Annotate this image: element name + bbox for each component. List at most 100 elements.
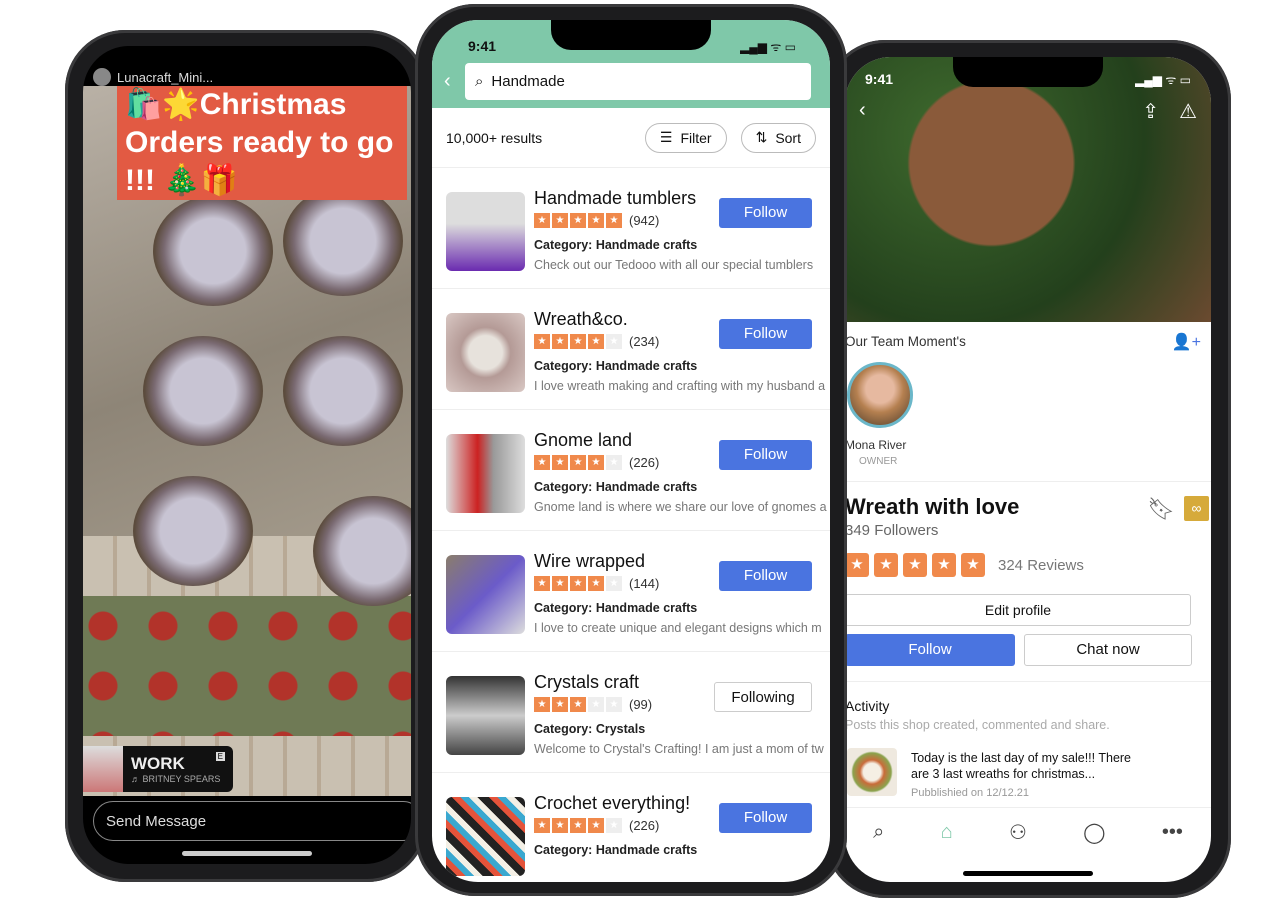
star-icon: ★ — [570, 213, 586, 228]
phone-search: 9:41 ▂▄▆ ᯤ ▭ ‹ ⌕ Handmade 10,000+ results… — [415, 4, 847, 896]
back-icon[interactable]: ‹ — [444, 70, 451, 93]
star-icon: ★ — [570, 818, 586, 833]
results-count: 10,000+ results — [446, 129, 543, 146]
sort-button[interactable]: ⇅ Sort — [740, 122, 816, 153]
member-avatar[interactable] — [847, 362, 913, 428]
activity-heading: Activity — [845, 698, 890, 714]
search-screen: 9:41 ▂▄▆ ᯤ ▭ ‹ ⌕ Handmade 10,000+ results… — [432, 20, 830, 882]
shop-rating: ★ ★ ★ ★ ★ (144) — [534, 576, 659, 591]
back-icon[interactable]: ‹ — [859, 99, 866, 122]
edit-profile-button[interactable]: Edit profile — [845, 594, 1191, 626]
star-icon: ★ — [534, 697, 550, 712]
search-input[interactable]: ⌕ Handmade — [465, 63, 811, 100]
star-icon: ★ — [588, 576, 604, 591]
star-icon: ★ — [552, 455, 568, 470]
star-icon: ★ — [570, 576, 586, 591]
follow-button[interactable]: Follow — [845, 634, 1015, 666]
activity-subtitle: Posts this shop created, commented and s… — [845, 718, 1110, 732]
star-icon: ★ — [961, 553, 985, 577]
activity-section: Activity Posts this shop created, commen… — [845, 682, 1211, 812]
star-icon: ★ — [606, 818, 622, 833]
member-role: OWNER — [859, 456, 898, 467]
shop-thumbnail[interactable] — [446, 555, 525, 634]
reviews-count: (234) — [629, 334, 660, 349]
shop-name[interactable]: Crochet everything! — [534, 793, 690, 814]
shop-screen: 9:41 ▂▄▆ ᯤ ▭ ‹ ⇪ ⚠ Our Team Moment's 👤+ Mo… — [845, 57, 1211, 882]
result-item[interactable]: Crochet everything! ★ ★ ★ ★ ★ (226) Category:… — [432, 773, 830, 882]
star-icon: ★ — [588, 697, 604, 712]
reviews-count[interactable]: 324 Reviews — [998, 557, 1084, 574]
shop-name[interactable]: Crystals craft — [534, 672, 639, 693]
phone-shop: 9:41 ▂▄▆ ᯤ ▭ ‹ ⇪ ⚠ Our Team Moment's 👤+ Mo… — [825, 40, 1231, 898]
filter-icon: ☰ — [659, 129, 673, 145]
follow-button[interactable]: Follow — [719, 561, 812, 591]
avatar — [93, 68, 111, 86]
follow-button[interactable]: Follow — [719, 319, 812, 349]
filter-label: Filter — [680, 129, 712, 146]
add-member-icon[interactable]: 👤+ — [1172, 332, 1201, 352]
shop-thumbnail[interactable] — [446, 434, 525, 513]
reviews-count: (144) — [629, 576, 660, 591]
shop-thumbnail[interactable] — [446, 797, 525, 876]
star-icon: ★ — [932, 553, 956, 577]
tab-chat-icon[interactable]: ◯ — [1083, 820, 1105, 845]
story-caption: 🛍️🌟Christmas Orders ready to go !!! 🎄🎁 — [117, 86, 407, 200]
star-icon: ★ — [534, 455, 550, 470]
star-icon: ★ — [552, 213, 568, 228]
post-thumbnail[interactable] — [847, 748, 897, 796]
story-user[interactable]: Lunacraft_Mini... — [93, 68, 213, 86]
shop-cover-image — [845, 57, 1211, 322]
shop-thumbnail[interactable] — [446, 676, 525, 755]
star-icon: ★ — [552, 576, 568, 591]
follow-button[interactable]: Follow — [719, 198, 812, 228]
star-icon: ★ — [534, 576, 550, 591]
follow-button[interactable]: Follow — [719, 803, 812, 833]
following-button[interactable]: Following — [714, 682, 812, 712]
report-icon[interactable]: ⚠ — [1179, 99, 1197, 124]
tab-home-icon[interactable]: ⌂ — [941, 821, 953, 844]
shop-rating: ★ ★ ★ ★ ★ (99) — [534, 697, 652, 712]
star-icon: ★ — [606, 455, 622, 470]
send-message-input[interactable]: Send Message — [93, 801, 411, 841]
star-icon: ★ — [570, 697, 586, 712]
music-sticker[interactable]: WORK ♬ BRITNEY SPEARS E — [83, 746, 233, 792]
shop-description: Check out our Tedooo with all our specia… — [534, 258, 814, 272]
result-item[interactable]: Gnome land ★ ★ ★ ★ ★ (226) Category: Handmade… — [432, 410, 830, 531]
bookmark-icon[interactable]: 🔖︎ — [1147, 496, 1175, 522]
search-icon: ⌕ — [475, 73, 484, 90]
star-icon: ★ — [552, 818, 568, 833]
post-date: Pubblishied on 12/12.21 — [911, 787, 1030, 799]
status-time: 9:41 — [865, 71, 894, 87]
home-indicator — [182, 851, 312, 856]
result-item[interactable]: Crystals craft ★ ★ ★ ★ ★ (99) Category: Cryst… — [432, 652, 830, 773]
star-icon: ★ — [588, 213, 604, 228]
shop-thumbnail[interactable] — [446, 192, 525, 271]
team-section: Our Team Moment's 👤+ Mona River OWNER — [845, 322, 1211, 482]
shop-name[interactable]: Wreath&co. — [534, 309, 628, 330]
shop-category: Category: Handmade crafts — [534, 480, 698, 494]
star-icon: ★ — [570, 455, 586, 470]
shop-name[interactable]: Handmade tumblers — [534, 188, 696, 209]
post-text[interactable]: Today is the last day of my sale!!! Ther… — [911, 750, 1151, 782]
shop-name[interactable]: Gnome land — [534, 430, 632, 451]
follow-button[interactable]: Follow — [719, 440, 812, 470]
result-item[interactable]: Handmade tumblers ★ ★ ★ ★ ★ (942) Category: H… — [432, 168, 830, 289]
album-cover — [83, 746, 123, 792]
star-icon: ★ — [606, 334, 622, 349]
badge-icon[interactable]: ∞ — [1184, 496, 1209, 521]
shop-description: I love to create unique and elegant desi… — [534, 621, 822, 635]
result-item[interactable]: Wreath&co. ★ ★ ★ ★ ★ (234) Category: Handmade… — [432, 289, 830, 410]
tab-profile-icon[interactable]: ⚇ — [1009, 820, 1027, 845]
filter-button[interactable]: ☰ Filter — [644, 122, 727, 153]
shop-category: Category: Crystals — [534, 722, 646, 736]
phone-story: Lunacraft_Mini... 🛍️🌟Christmas Orders re… — [65, 30, 427, 882]
share-icon[interactable]: ⇪ — [1142, 99, 1159, 124]
status-time: 9:41 — [468, 38, 497, 54]
shop-thumbnail[interactable] — [446, 313, 525, 392]
tab-more-icon[interactable]: ••• — [1162, 821, 1183, 844]
result-item[interactable]: Wire wrapped ★ ★ ★ ★ ★ (144) Category: Handma… — [432, 531, 830, 652]
tab-search-icon[interactable]: ⌕ — [873, 821, 884, 844]
reviews-count: (942) — [629, 213, 660, 228]
chat-now-button[interactable]: Chat now — [1024, 634, 1192, 666]
shop-name[interactable]: Wire wrapped — [534, 551, 645, 572]
